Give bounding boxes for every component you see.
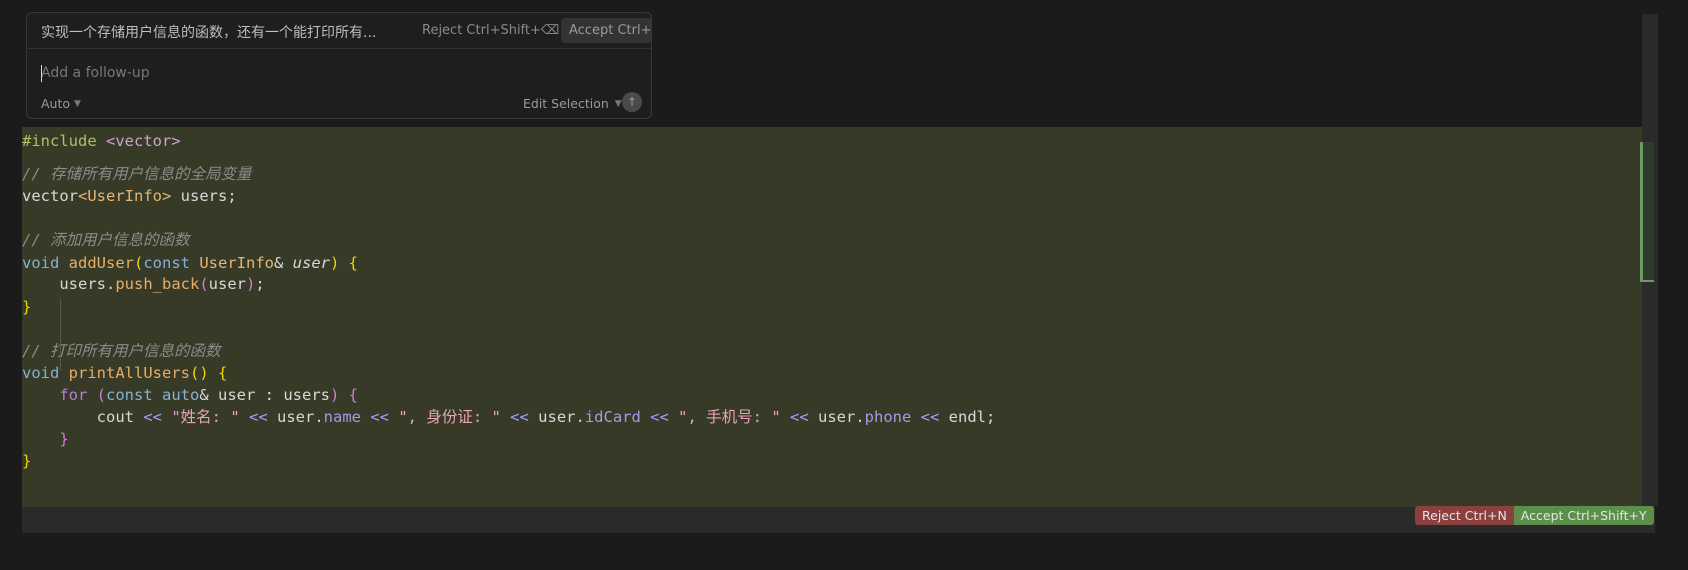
code-line-close-print: }: [22, 452, 32, 470]
inline-chat-panel: 实现一个存储用户信息的函数，还有一个能打印所有... Reject Ctrl+S…: [26, 12, 652, 119]
chevron-down-icon: ▼: [74, 98, 81, 109]
edit-scope-value: Edit Selection: [523, 96, 609, 111]
accept-button[interactable]: Accept Ctrl+⏎: [561, 18, 651, 43]
code-line-for-loop: for (const auto& user : users) {: [59, 386, 359, 404]
scrollbar-track-lower[interactable]: [1642, 340, 1658, 506]
code-line-comment-storage: // 存储所有用户信息的全局变量: [22, 165, 252, 183]
code-line-close-for: }: [22, 430, 69, 448]
reject-button[interactable]: Reject Ctrl+Shift+⌫: [422, 23, 559, 38]
code-line-push-back: users.push_back(user);: [22, 275, 265, 293]
mode-selector[interactable]: Auto ▼: [41, 96, 81, 111]
code-line-users-vector: vector<UserInfo> users;: [22, 187, 237, 205]
code-line-cout: cout << "姓名: " << user.name << ", 身份证: "…: [22, 408, 996, 426]
code-line-print-signature: void printAllUsers() {: [22, 364, 228, 382]
text-caret: [41, 65, 42, 82]
prompt-text: 实现一个存储用户信息的函数，还有一个能打印所有...: [41, 25, 377, 41]
chevron-down-icon: ▼: [614, 98, 622, 109]
suggested-code-block[interactable]: #include <vector> // 存储所有用户信息的全局变量 vecto…: [22, 127, 1655, 507]
prompt-row: 实现一个存储用户信息的函数，还有一个能打印所有... Reject Ctrl+S…: [27, 13, 651, 49]
diff-footer-strip: [22, 507, 1655, 533]
send-button[interactable]: ↑: [622, 92, 642, 112]
diff-action-bar: Reject Ctrl+N Accept Ctrl+Shift+Y: [1415, 506, 1654, 525]
code-line-comment-add: // 添加用户信息的函数: [22, 231, 190, 249]
edit-scope-selector[interactable]: Edit Selection ▼: [523, 96, 622, 111]
followup-input[interactable]: [39, 61, 439, 85]
scrollbar-thumb[interactable]: [1640, 142, 1654, 282]
code-line-1: #include <vector>: [22, 132, 181, 150]
editor-gutter: [0, 0, 22, 570]
code-line-close-add: }: [22, 298, 32, 316]
code-line-comment-print: // 打印所有用户信息的函数: [22, 342, 221, 360]
reject-diff-button[interactable]: Reject Ctrl+N: [1415, 506, 1514, 525]
accept-diff-button[interactable]: Accept Ctrl+Shift+Y: [1513, 506, 1654, 525]
mode-value: Auto: [41, 96, 71, 111]
arrow-up-icon: ↑: [626, 95, 638, 109]
indent-guide: [60, 299, 61, 371]
